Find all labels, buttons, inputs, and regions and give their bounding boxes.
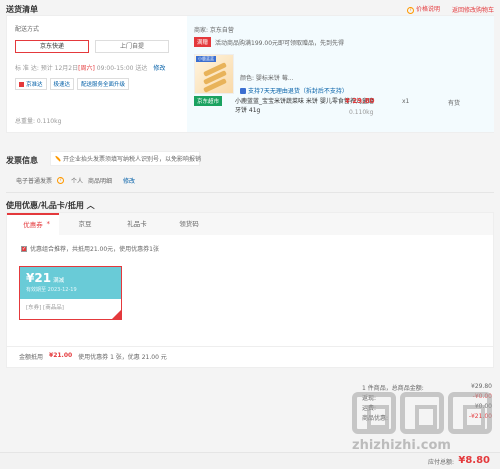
- invoice-note: 开企业抬头发票须填写纳税人识别号，以免影响报销: [50, 151, 202, 166]
- delivery-time-label: 标 准 达:: [15, 65, 39, 72]
- service-tags: 京准达 极速达 配送服务全面升级: [15, 78, 183, 90]
- watermark-logo: [352, 392, 492, 434]
- tab-star: *: [46, 220, 51, 228]
- coupon-box: 优惠券 * 京豆 礼品卡 领货码 ✓ 优惠组合推荐，共抵用21.00元，使用优惠券…: [6, 212, 494, 368]
- product-qty: x1: [402, 98, 410, 105]
- product-price: ¥ 29.80: [345, 97, 375, 105]
- coupon-amount: ¥21: [26, 271, 52, 285]
- coupon-summary: 金额抵用 ¥21.00 使用优惠券 1 张，优惠 21.00 元: [19, 352, 167, 361]
- return-policy: 支持7天无理由退货（拆封后不支持）: [240, 86, 348, 95]
- tab-gift-card[interactable]: 礼品卡: [111, 213, 163, 235]
- delivery-range: 09:00-15:00 送达: [96, 65, 148, 72]
- watermark-glyph: [400, 392, 444, 434]
- jd-logo-icon: [19, 82, 24, 87]
- product-image[interactable]: 小鹿蓝蓝: [194, 54, 234, 94]
- price-note-link[interactable]: ? 价格说明: [406, 4, 440, 14]
- pin-icon: [54, 155, 62, 162]
- invoice-content: 商品明细: [88, 178, 113, 185]
- coupon-card-top: ¥21 满减 有效期至 2023-12-19: [20, 267, 121, 299]
- invoice-title: 发票信息: [6, 156, 38, 165]
- shipping-method-label: 配送方式: [15, 26, 40, 33]
- invoice-note-text: 开企业抬头发票须填写纳税人识别号，以免影响报销: [63, 156, 202, 163]
- service-tag-label: 京准达: [26, 82, 43, 88]
- tab-pickup-code[interactable]: 领货码: [163, 213, 215, 235]
- product-image-tag: 小鹿蓝蓝: [196, 56, 216, 62]
- service-tag-jzd[interactable]: 京准达: [15, 78, 47, 90]
- tab-jingdou[interactable]: 京豆: [59, 213, 111, 235]
- channel-badge: 京东超市: [194, 96, 223, 106]
- service-tag-upgrade[interactable]: 配送服务全面升级: [77, 78, 130, 90]
- info-icon[interactable]: ?: [57, 177, 65, 184]
- service-tag-jsd[interactable]: 极速达: [49, 78, 75, 90]
- header-links: ? 价格说明 返回修改购物车: [406, 4, 494, 14]
- coupon-scope: [商品品]: [43, 305, 64, 311]
- watermark-text: zhizhizhi.com: [352, 438, 451, 453]
- tab-coupons[interactable]: 优惠券 *: [7, 213, 59, 235]
- product-stock: 有货: [448, 100, 461, 107]
- delivery-weekday: [周六]: [78, 65, 95, 72]
- product-color: 颜色: 婴标米饼 莓...: [240, 75, 294, 82]
- coupon-condition: 满减: [53, 278, 65, 284]
- product-weight: 0.110kg: [349, 109, 374, 116]
- shipping-box: 配送方式 京东快递 上门自提 标 准 达: 预计 12月2日[周六] 09:00…: [6, 15, 494, 133]
- promo-text: 活动商品购满199.00元即可领取赠品，先到先得: [215, 39, 345, 47]
- invoice-type: 电子普通发票: [16, 178, 53, 185]
- promo-line: 满赠 活动商品购满199.00元即可领取赠品，先到先得: [194, 37, 344, 47]
- back-to-cart-link[interactable]: 返回修改购物车: [452, 5, 494, 14]
- recommend-combo: ✓ 优惠组合推荐，共抵用21.00元，使用优惠券1张: [21, 244, 159, 253]
- divider: [7, 346, 493, 347]
- coupon-summary-label: 金额抵用: [19, 354, 44, 361]
- jd-express-button[interactable]: 京东快递: [15, 40, 89, 53]
- chevron-up-icon: ︿: [86, 201, 95, 210]
- recommend-checkbox[interactable]: ✓: [21, 245, 27, 252]
- coupon-section-title[interactable]: 使用优惠/礼品卡/抵用 ︿: [6, 200, 95, 211]
- question-icon: ?: [406, 7, 414, 14]
- store-panel: 商家: 京东自营 满赠 活动商品购满199.00元即可领取赠品，先到先得 小鹿蓝…: [187, 16, 494, 132]
- watermark-glyph: [448, 392, 492, 434]
- price-note-label: 价格说明: [415, 6, 440, 13]
- pay-amount: ¥8.80: [458, 455, 490, 466]
- coupon-expiry: 有效期至 2023-12-19: [26, 287, 77, 293]
- coupon-card-bottom: [东券] [商品品]: [20, 299, 121, 315]
- divider: [6, 192, 494, 193]
- watermark-glyph: [352, 392, 396, 434]
- coupon-summary-detail: 使用优惠券 1 张，优惠 21.00 元: [78, 354, 167, 361]
- store-name: 商家: 京东自营: [194, 27, 234, 34]
- total-weight: 总重量: 0.110kg: [15, 118, 62, 125]
- selected-corner-icon: [112, 310, 121, 319]
- coupon-card[interactable]: ¥21 满减 有效期至 2023-12-19 [东券] [商品品]: [19, 266, 122, 320]
- coupon-limit: [东券]: [26, 305, 42, 311]
- delivery-date: 预计 12月2日: [40, 65, 79, 72]
- return-policy-text: 支持7天无理由退货（拆封后不支持）: [248, 88, 348, 95]
- shield-icon: [240, 88, 246, 94]
- invoice-holder: 个人: [71, 178, 84, 185]
- promo-badge: 满赠: [194, 37, 212, 47]
- delivery-edit-link[interactable]: 修改: [153, 65, 165, 72]
- delivery-time: 标 准 达: 预计 12月2日[周六] 09:00-15:00 送达 修改: [15, 63, 183, 72]
- self-pickup-button[interactable]: 上门自提: [95, 40, 169, 53]
- tab-coupons-label: 优惠券: [23, 221, 43, 229]
- coupon-tabs: 优惠券 * 京豆 礼品卡 领货码: [7, 213, 493, 235]
- shipping-method: 配送方式 京东快递 上门自提 标 准 达: 预计 12月2日[周六] 09:00…: [15, 24, 183, 90]
- recommend-text: 优惠组合推荐，共抵用21.00元，使用优惠券1张: [30, 246, 159, 253]
- pay-bar: 应付总额: ¥8.80: [0, 452, 500, 469]
- page-title: 送货清单: [6, 5, 38, 14]
- invoice-details: 电子普通发票 ? 个人 商品明细 修改: [16, 176, 135, 185]
- coupon-amount-row: ¥21 满减: [26, 271, 115, 285]
- invoice-edit-link[interactable]: 修改: [123, 176, 135, 185]
- pay-label: 应付总额:: [427, 459, 454, 466]
- coupon-summary-amount: ¥21.00: [49, 352, 73, 359]
- coupon-section-label: 使用优惠/礼品卡/抵用: [6, 201, 84, 210]
